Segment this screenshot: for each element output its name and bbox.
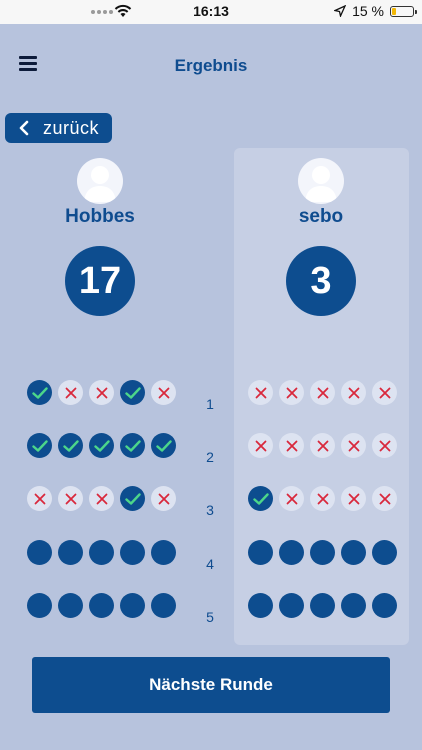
empty-dot xyxy=(120,593,145,618)
check-icon xyxy=(120,486,145,511)
cross-icon xyxy=(279,380,304,405)
avatar xyxy=(77,158,123,204)
player-card-2: sebo 3 xyxy=(251,158,391,316)
avatar xyxy=(298,158,344,204)
cross-icon xyxy=(310,433,335,458)
check-icon xyxy=(27,380,52,405)
round-row-player-2 xyxy=(248,486,397,511)
empty-dot xyxy=(89,593,114,618)
player-name: Hobbes xyxy=(65,206,135,227)
round-row-player-2 xyxy=(248,540,397,565)
round-row-player-1 xyxy=(27,486,176,511)
check-icon xyxy=(120,433,145,458)
empty-dot xyxy=(120,540,145,565)
cross-icon xyxy=(372,486,397,511)
round-row-player-1 xyxy=(27,540,176,565)
empty-dot xyxy=(151,540,176,565)
round-number: 5 xyxy=(206,609,214,625)
check-icon xyxy=(89,433,114,458)
cross-icon xyxy=(372,433,397,458)
cross-icon xyxy=(341,433,366,458)
check-icon xyxy=(151,433,176,458)
empty-dot xyxy=(27,593,52,618)
cross-icon xyxy=(248,380,273,405)
empty-dot xyxy=(279,593,304,618)
header: Ergebnis xyxy=(0,24,422,110)
empty-dot xyxy=(279,540,304,565)
check-icon xyxy=(58,433,83,458)
cross-icon xyxy=(58,380,83,405)
cross-icon xyxy=(372,380,397,405)
player-score: 17 xyxy=(65,246,135,316)
empty-dot xyxy=(58,593,83,618)
round-row-player-1 xyxy=(27,433,176,458)
round-row-player-2 xyxy=(248,433,397,458)
cross-icon xyxy=(341,380,366,405)
empty-dot xyxy=(248,593,273,618)
cross-icon xyxy=(341,486,366,511)
status-bar: 16:13 15 % xyxy=(0,0,422,24)
back-button-label: zurück xyxy=(43,117,100,138)
cross-icon xyxy=(151,486,176,511)
empty-dot xyxy=(151,593,176,618)
round-row-player-1 xyxy=(27,380,176,405)
next-round-button[interactable]: Nächste Runde xyxy=(32,657,390,713)
next-round-label: Nächste Runde xyxy=(149,675,273,694)
round-row-player-2 xyxy=(248,380,397,405)
round-row-player-2 xyxy=(248,593,397,618)
empty-dot xyxy=(248,540,273,565)
round-number: 3 xyxy=(206,502,214,518)
check-icon xyxy=(248,486,273,511)
page-title: Ergebnis xyxy=(174,56,248,75)
empty-dot xyxy=(341,593,366,618)
empty-dot xyxy=(341,540,366,565)
battery-percent: 15 % xyxy=(352,3,384,19)
cross-icon xyxy=(89,380,114,405)
round-number: 2 xyxy=(206,449,214,465)
empty-dot xyxy=(310,593,335,618)
cross-icon xyxy=(279,486,304,511)
back-button[interactable]: zurück xyxy=(5,113,112,143)
cross-icon xyxy=(310,380,335,405)
empty-dot xyxy=(372,593,397,618)
check-icon xyxy=(120,380,145,405)
check-icon xyxy=(27,433,52,458)
battery-icon xyxy=(390,5,417,17)
cross-icon xyxy=(248,433,273,458)
player-name: sebo xyxy=(298,206,344,227)
empty-dot xyxy=(372,540,397,565)
cross-icon xyxy=(58,486,83,511)
round-row-player-1 xyxy=(27,593,176,618)
location-icon xyxy=(334,5,347,17)
player-score: 3 xyxy=(286,246,356,316)
round-number: 1 xyxy=(206,396,214,412)
empty-dot xyxy=(310,540,335,565)
cross-icon xyxy=(310,486,335,511)
round-number: 4 xyxy=(206,556,214,572)
empty-dot xyxy=(27,540,52,565)
cross-icon xyxy=(279,433,304,458)
cross-icon xyxy=(151,380,176,405)
cross-icon xyxy=(89,486,114,511)
cross-icon xyxy=(27,486,52,511)
chevron-left-icon xyxy=(19,120,29,136)
empty-dot xyxy=(58,540,83,565)
player-card-1: Hobbes 17 xyxy=(30,158,170,316)
empty-dot xyxy=(89,540,114,565)
